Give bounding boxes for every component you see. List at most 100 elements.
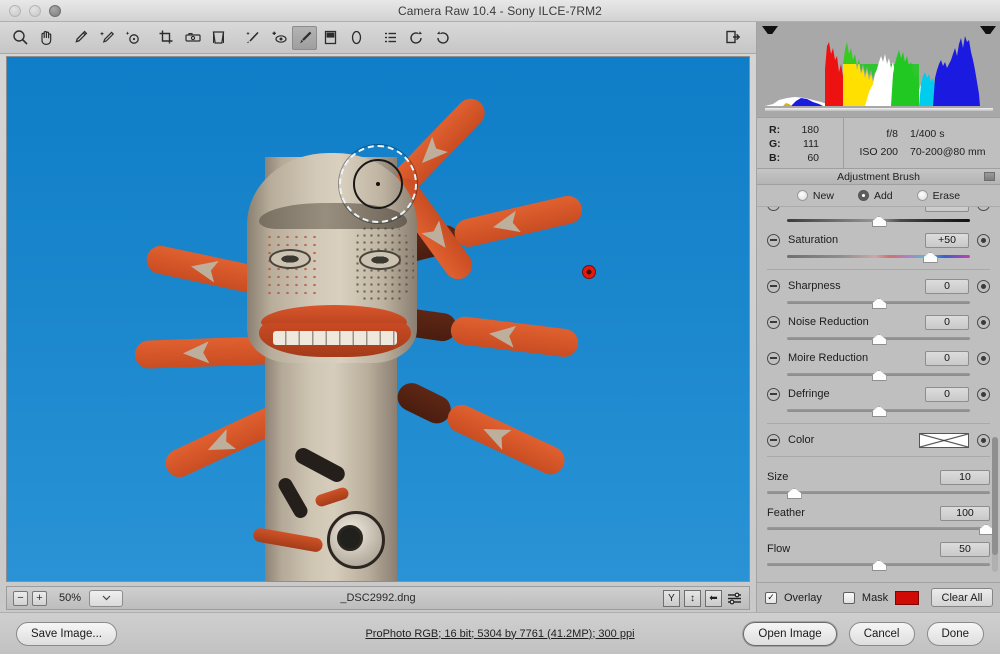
g-value: 111 [803, 138, 819, 150]
scrollbar-thumb[interactable] [992, 437, 998, 555]
toolbar [0, 22, 756, 54]
slider-label: Saturation [788, 234, 839, 246]
brush-flow-label: Flow [767, 543, 791, 555]
increment-icon[interactable] [977, 207, 990, 211]
totem-lower-carving [252, 445, 413, 581]
brush-cursor [339, 145, 417, 223]
slider-handle[interactable] [871, 298, 887, 309]
preferences-tool[interactable] [378, 26, 403, 50]
slider-noise-reduction[interactable]: Noise Reduction 0 [757, 312, 1000, 345]
panel-menu-icon[interactable] [984, 172, 995, 181]
slider-moire-reduction[interactable]: Moire Reduction 0 [757, 348, 1000, 381]
decrement-icon[interactable] [767, 233, 780, 247]
slider-sharpness[interactable]: Sharpness 0 [757, 276, 1000, 309]
hand-tool[interactable] [34, 26, 59, 50]
decrement-icon[interactable] [767, 207, 780, 211]
color-sampler-tool[interactable] [94, 26, 119, 50]
zoom-tool[interactable] [8, 26, 33, 50]
b-value: 60 [807, 152, 819, 164]
clear-all-button[interactable]: Clear All [931, 588, 993, 607]
slider-handle[interactable] [922, 252, 938, 263]
brush-feather[interactable]: Feather 100 [757, 503, 1000, 535]
radio-new[interactable]: New [796, 189, 834, 202]
brush-feather-value[interactable]: 100 [940, 505, 990, 521]
slider-value[interactable]: 0 [925, 314, 969, 330]
lens-value: 70-200@80 mm [910, 146, 986, 158]
increment-icon[interactable] [977, 315, 990, 329]
current-filename: _DSC2992.dng [340, 592, 416, 604]
title-bar: Camera Raw 10.4 - Sony ILCE-7RM2 [0, 0, 1000, 22]
decrement-icon[interactable] [767, 315, 780, 329]
red-eye-pin[interactable] [582, 265, 596, 279]
radio-new-label: New [812, 189, 834, 202]
straighten-tool[interactable] [180, 26, 205, 50]
increment-icon[interactable] [977, 351, 990, 365]
decrement-icon[interactable] [767, 279, 780, 293]
color-row[interactable]: Color [757, 430, 1000, 450]
radio-icon [857, 190, 869, 201]
radio-add[interactable]: Add [857, 189, 893, 202]
mask-color-swatch[interactable] [895, 590, 920, 605]
overlay-checkbox[interactable]: ✓ [765, 591, 777, 604]
exif-readout: f/8 1/400 s ISO 200 70-200@80 mm [843, 118, 1000, 168]
brush-mode-row: New Add Erase [757, 185, 1000, 207]
overlay-label: Overlay [784, 591, 822, 604]
slider-value[interactable] [925, 207, 969, 212]
color-swatch[interactable] [919, 432, 969, 448]
brush-flow-handle[interactable] [871, 560, 887, 571]
slider-handle[interactable] [871, 334, 887, 345]
slider-value[interactable]: 0 [925, 386, 969, 402]
brush-settings: Size10 Feather100 Flow50 Density50 ✓ [757, 463, 1000, 572]
brush-feather-label: Feather [767, 507, 805, 519]
slider-label: Noise Reduction [788, 316, 869, 328]
brush-center-pin [376, 182, 380, 186]
decrement-icon[interactable] [767, 387, 780, 401]
increment-icon[interactable] [977, 279, 990, 293]
graduated-filter-tool[interactable] [318, 26, 343, 50]
targeted-adjustment-tool[interactable] [120, 26, 145, 50]
histogram-panel [757, 22, 1000, 117]
brush-size-handle[interactable] [786, 488, 802, 499]
slider-value[interactable]: 0 [925, 278, 969, 294]
slider-defringe[interactable]: Defringe 0 [757, 384, 1000, 417]
slider-value[interactable]: +50 [925, 232, 969, 248]
aperture-value: f/8 [886, 128, 898, 140]
adjustment-brush-tool[interactable] [292, 25, 317, 50]
red-eye-removal-tool[interactable] [266, 26, 291, 50]
increment-icon[interactable] [977, 387, 990, 401]
totem-eye-right [359, 250, 401, 270]
radio-add-label: Add [873, 189, 893, 202]
white-balance-tool[interactable] [68, 26, 93, 50]
radio-erase[interactable]: Erase [916, 190, 960, 202]
crop-tool[interactable] [154, 26, 179, 50]
toggle-filmstrip-button[interactable] [722, 26, 744, 48]
slider-handle[interactable] [871, 370, 887, 381]
brush-size-value[interactable]: 10 [940, 469, 990, 485]
increment-icon[interactable] [977, 433, 990, 447]
color-label: Color [788, 434, 815, 446]
slider-handle[interactable] [871, 406, 887, 417]
bottom-bar: Save Image... ProPhoto RGB; 16 bit; 5304… [0, 612, 1000, 654]
rotate-right-tool[interactable] [430, 26, 455, 50]
transform-tool[interactable] [206, 26, 231, 50]
rotate-left-tool[interactable] [404, 26, 429, 50]
decrement-icon[interactable] [767, 351, 780, 365]
spot-removal-tool[interactable] [240, 26, 265, 50]
panel-scrollbar[interactable] [992, 437, 998, 572]
image-preview[interactable] [6, 56, 750, 582]
brush-size[interactable]: Size 10 [757, 467, 1000, 499]
slider-handle[interactable] [871, 216, 887, 227]
slider-clarity[interactable] [757, 207, 1000, 227]
readout-row: R: 180 G: 111 B: 60 f/8 1/400 s ISO 200 70-20… [757, 117, 1000, 169]
brush-flow-value[interactable]: 50 [940, 541, 990, 557]
mask-checkbox[interactable] [842, 591, 855, 604]
slider-value[interactable]: 0 [925, 350, 969, 366]
workflow-options-link[interactable]: ProPhoto RGB; 16 bit; 5304 by 7761 (41.2… [0, 628, 1000, 640]
increment-icon[interactable] [977, 233, 990, 247]
radial-filter-tool[interactable] [344, 26, 369, 50]
right-panel: R: 180 G: 111 B: 60 f/8 1/400 s ISO 200 70-20… [756, 22, 1000, 612]
decrement-icon[interactable] [767, 433, 780, 447]
slider-saturation[interactable]: Saturation +50 [757, 230, 1000, 263]
histogram-graph [765, 34, 993, 106]
brush-flow[interactable]: Flow 50 [757, 539, 1000, 571]
